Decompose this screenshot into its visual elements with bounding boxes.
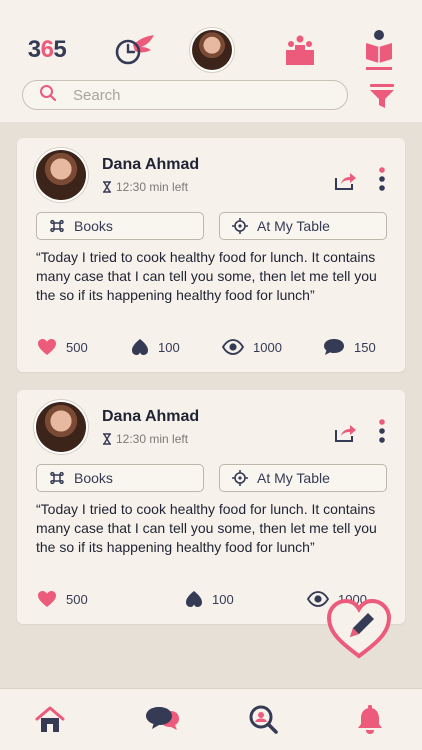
command-icon: [50, 219, 64, 233]
heart-icon: [38, 339, 56, 355]
tag-books[interactable]: Books: [36, 464, 204, 492]
time-left: 12:30 min left: [102, 180, 188, 194]
search-box[interactable]: [22, 80, 348, 110]
tag-at-my-table[interactable]: At My Table: [219, 464, 387, 492]
reader-icon[interactable]: [360, 28, 398, 72]
time-left-text: 12:30 min left: [116, 180, 189, 194]
target-icon: [232, 218, 248, 234]
bottom-nav: [0, 688, 422, 750]
comments-count: 150: [354, 339, 376, 355]
search-icon: [39, 84, 57, 107]
upvotes-count: 100: [158, 339, 180, 355]
likes-count: 500: [66, 339, 88, 355]
post-text: “Today I tried to cook healthy food for …: [36, 249, 377, 303]
home-icon[interactable]: [34, 705, 66, 735]
author-name[interactable]: Dana Ahmad: [102, 156, 199, 174]
author-name[interactable]: Dana Ahmad: [102, 408, 199, 426]
tag-label: At My Table: [257, 218, 330, 234]
hourglass-icon: [103, 433, 111, 445]
bell-icon[interactable]: [354, 705, 386, 735]
upvotes-stat[interactable]: 100: [185, 588, 234, 610]
filter-icon[interactable]: [368, 82, 396, 110]
tag-books[interactable]: Books: [36, 212, 204, 240]
hourglass-icon: [103, 181, 111, 193]
tag-label: Books: [74, 218, 113, 234]
heart-icon: [38, 591, 56, 607]
post-card: Dana Ahmad 12:30 min left Books At My Ta…: [17, 138, 405, 372]
likes-count: 500: [66, 591, 88, 607]
author-avatar[interactable]: [36, 402, 86, 452]
more-options-icon[interactable]: [375, 418, 389, 444]
eye-icon: [222, 339, 244, 355]
group-podium-icon[interactable]: [282, 28, 318, 72]
logo-digit: 5: [53, 36, 67, 63]
likes-stat[interactable]: 500: [37, 336, 88, 358]
clock-wing-icon[interactable]: [110, 28, 156, 72]
time-left: 12:30 min left: [102, 432, 188, 446]
share-icon[interactable]: [333, 168, 357, 192]
target-icon: [232, 470, 248, 486]
tag-label: At My Table: [257, 470, 330, 486]
top-bar: 365: [0, 0, 422, 122]
logo-digit: 3: [27, 36, 41, 63]
search-row: [22, 80, 402, 110]
post-stats: 500 100 1000 150: [17, 336, 405, 358]
search-input[interactable]: [73, 86, 313, 104]
inverted-heart-icon: [186, 591, 202, 607]
author-avatar[interactable]: [36, 150, 86, 200]
views-count: 1000: [253, 339, 282, 355]
avatar[interactable]: [190, 28, 234, 72]
inverted-heart-icon: [132, 339, 148, 355]
comment-icon: [324, 339, 344, 355]
post-card: Dana Ahmad 12:30 min left Books At My Ta…: [17, 390, 405, 624]
command-icon: [50, 471, 64, 485]
likes-stat[interactable]: 500: [37, 588, 88, 610]
share-icon[interactable]: [333, 420, 357, 444]
tag-label: Books: [74, 470, 113, 486]
heart-edit-icon[interactable]: [326, 598, 392, 660]
logo-digit: 6: [40, 36, 54, 63]
upvotes-stat[interactable]: 100: [131, 336, 180, 358]
search-person-icon[interactable]: [248, 705, 280, 735]
top-nav: 365: [0, 28, 422, 72]
upvotes-count: 100: [212, 591, 234, 607]
post-text: “Today I tried to cook healthy food for …: [36, 501, 377, 555]
tag-at-my-table[interactable]: At My Table: [219, 212, 387, 240]
time-left-text: 12:30 min left: [116, 432, 189, 446]
chat-icon[interactable]: [144, 705, 180, 735]
comments-stat[interactable]: 150: [323, 336, 376, 358]
views-stat[interactable]: 1000: [222, 336, 282, 358]
more-options-icon[interactable]: [375, 166, 389, 192]
app-logo[interactable]: 365: [24, 28, 70, 72]
